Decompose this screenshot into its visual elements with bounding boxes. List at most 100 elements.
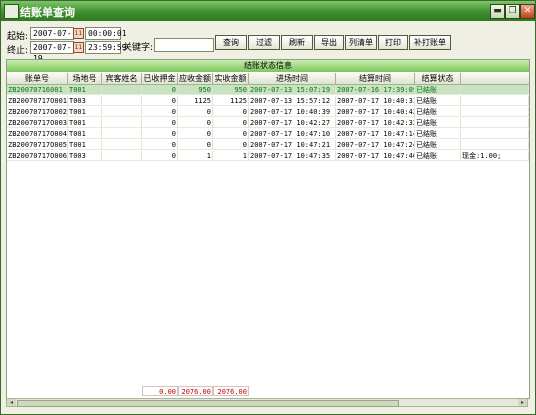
scroll-left-icon[interactable]: ◂ (7, 399, 16, 406)
table-row[interactable]: ZB20070717O004 T001 0 0 0 2007-07-17 10:47:10… (7, 129, 529, 139)
cell-entry-time: 2007-07-13 15:57:12 (249, 96, 336, 106)
cell-received: 950 (213, 85, 249, 95)
cell-receivable: 0 (178, 140, 213, 150)
cell-bill-no: ZB20070717O003 (7, 118, 68, 128)
cell-settle-status: 已结账 (415, 151, 461, 161)
cell-settle-status: 已结账 (415, 118, 461, 128)
cell-receivable: 950 (178, 85, 213, 95)
cell-guest (102, 85, 142, 95)
start-date-field[interactable]: 2007-07-19 (30, 27, 74, 49)
cell-entry-time: 2007-07-17 10:42:27 (249, 118, 336, 128)
cell-deposit: 0 (142, 85, 178, 95)
title-bar: 结账单查询 ▬ ❐ ✕ (1, 1, 535, 21)
col-entry-time[interactable]: 进场时间 (249, 73, 336, 85)
minimize-button[interactable]: ▬ (490, 4, 505, 19)
cell-venue: T003 (68, 151, 102, 161)
cell-receivable: 0 (178, 118, 213, 128)
total-receivable: 2076.00 (178, 386, 213, 396)
scroll-thumb[interactable] (17, 400, 399, 407)
col-received[interactable]: 实收金额 (213, 73, 249, 85)
table-row[interactable]: ZB20070717O006 T003 0 1 1 2007-07-17 10:47:35… (7, 151, 529, 161)
cell-settle-time: 2007-07-16 17:39:09 (336, 85, 415, 95)
end-time-field[interactable]: 23:59:59 (85, 41, 127, 54)
col-payment[interactable] (461, 73, 529, 85)
query-button[interactable]: 查询 (215, 35, 247, 50)
cell-deposit: 0 (142, 107, 178, 117)
col-bill-no[interactable]: 账单号 (7, 73, 68, 85)
cell-guest (102, 107, 142, 117)
cell-payment (461, 129, 529, 139)
cell-payment (461, 118, 529, 128)
cell-venue: T001 (68, 118, 102, 128)
keyword-label: 关键字: (123, 43, 154, 53)
cell-deposit: 0 (142, 96, 178, 106)
cell-entry-time: 2007-07-17 10:47:21 (249, 140, 336, 150)
cell-settle-time: 2007-07-17 10:47:46 (336, 151, 415, 161)
col-guest[interactable]: 宾客姓名 (102, 73, 142, 85)
cell-receivable: 0 (178, 107, 213, 117)
reprint-bill-button[interactable]: 补打账单 (409, 35, 451, 50)
cell-bill-no: ZB20070717O006 (7, 151, 68, 161)
list-button[interactable]: 列清单 (345, 35, 377, 50)
cell-settle-time: 2007-07-17 10:47:24 (336, 140, 415, 150)
cell-payment: 现金:1.00; (461, 151, 529, 161)
cell-settle-status: 已结账 (415, 140, 461, 150)
scroll-right-icon[interactable]: ▸ (518, 399, 527, 406)
cell-bill-no: ZB20070717O004 (7, 129, 68, 139)
maximize-button[interactable]: ❐ (505, 4, 520, 19)
close-button[interactable]: ✕ (520, 4, 535, 19)
cell-entry-time: 2007-07-17 10:47:10 (249, 129, 336, 139)
table-row[interactable]: ZB20070717O002 T001 0 0 0 2007-07-17 10:40:39… (7, 107, 529, 117)
print-button[interactable]: 打印 (378, 35, 408, 50)
horizontal-scrollbar[interactable]: ◂ ▸ (6, 398, 528, 407)
table-row[interactable]: ZB20070716001 T001 0 950 950 2007-07-13 15:07… (7, 85, 529, 95)
cell-settle-status: 已结账 (415, 129, 461, 139)
cell-guest (102, 151, 142, 161)
table-row[interactable]: ZB20070717O003 T001 0 0 0 2007-07-17 10:42:27… (7, 118, 529, 128)
main-window: 结账单查询 ▬ ❐ ✕ 起始: 2007-07-19 11 00:00:01 终… (0, 0, 536, 415)
cell-payment (461, 107, 529, 117)
keyword-input[interactable] (154, 38, 214, 52)
end-date-field[interactable]: 2007-07-19 (30, 41, 74, 63)
table-row[interactable]: ZB20070717O001 T003 0 1125 1125 2007-07-13 15… (7, 96, 529, 106)
table-row[interactable]: ZB20070717O005 T001 0 0 0 2007-07-17 10:47:21… (7, 140, 529, 150)
cell-deposit: 0 (142, 118, 178, 128)
col-receivable[interactable]: 应收金额 (178, 73, 213, 85)
refresh-button[interactable]: 刷新 (281, 35, 313, 50)
cell-receivable: 1125 (178, 96, 213, 106)
cell-entry-time: 2007-07-17 10:40:39 (249, 107, 336, 117)
cell-guest (102, 129, 142, 139)
start-time-field[interactable]: 00:00:01 (85, 27, 127, 40)
start-calendar-icon[interactable]: 11 (73, 28, 84, 39)
col-settle-time[interactable]: 结算时间 (336, 73, 415, 85)
panel-title: 结账状态信息 (7, 60, 529, 72)
cell-deposit: 0 (142, 129, 178, 139)
cell-payment (461, 96, 529, 106)
cell-venue: T003 (68, 96, 102, 106)
cell-guest (102, 118, 142, 128)
cell-venue: T001 (68, 140, 102, 150)
cell-bill-no: ZB20070717O001 (7, 96, 68, 106)
bill-status-panel: 结账状态信息 账单号 场地号 宾客姓名 已收押金 应收金额 实收金额 进场时间 … (6, 59, 530, 399)
cell-settle-time: 2007-07-17 10:42:32 (336, 118, 415, 128)
export-button[interactable]: 导出 (314, 35, 344, 50)
window-title: 结账单查询 (20, 6, 75, 19)
cell-venue: T001 (68, 107, 102, 117)
cell-venue: T001 (68, 85, 102, 95)
cell-bill-no: ZB20070717O002 (7, 107, 68, 117)
app-icon (4, 4, 19, 19)
col-settle-status[interactable]: 结算状态 (415, 73, 461, 85)
col-venue[interactable]: 场地号 (68, 73, 102, 85)
cell-venue: T001 (68, 129, 102, 139)
start-label: 起始: (7, 32, 29, 42)
cell-bill-no: ZB20070716001 (7, 85, 68, 95)
col-deposit[interactable]: 已收押金 (142, 73, 178, 85)
cell-received: 0 (213, 140, 249, 150)
cell-payment (461, 140, 529, 150)
end-calendar-icon[interactable]: 11 (73, 42, 84, 53)
end-label: 终止: (7, 46, 29, 56)
filter-button[interactable]: 过滤 (248, 35, 280, 50)
cell-received: 0 (213, 107, 249, 117)
cell-entry-time: 2007-07-13 15:07:19 (249, 85, 336, 95)
cell-receivable: 1 (178, 151, 213, 161)
